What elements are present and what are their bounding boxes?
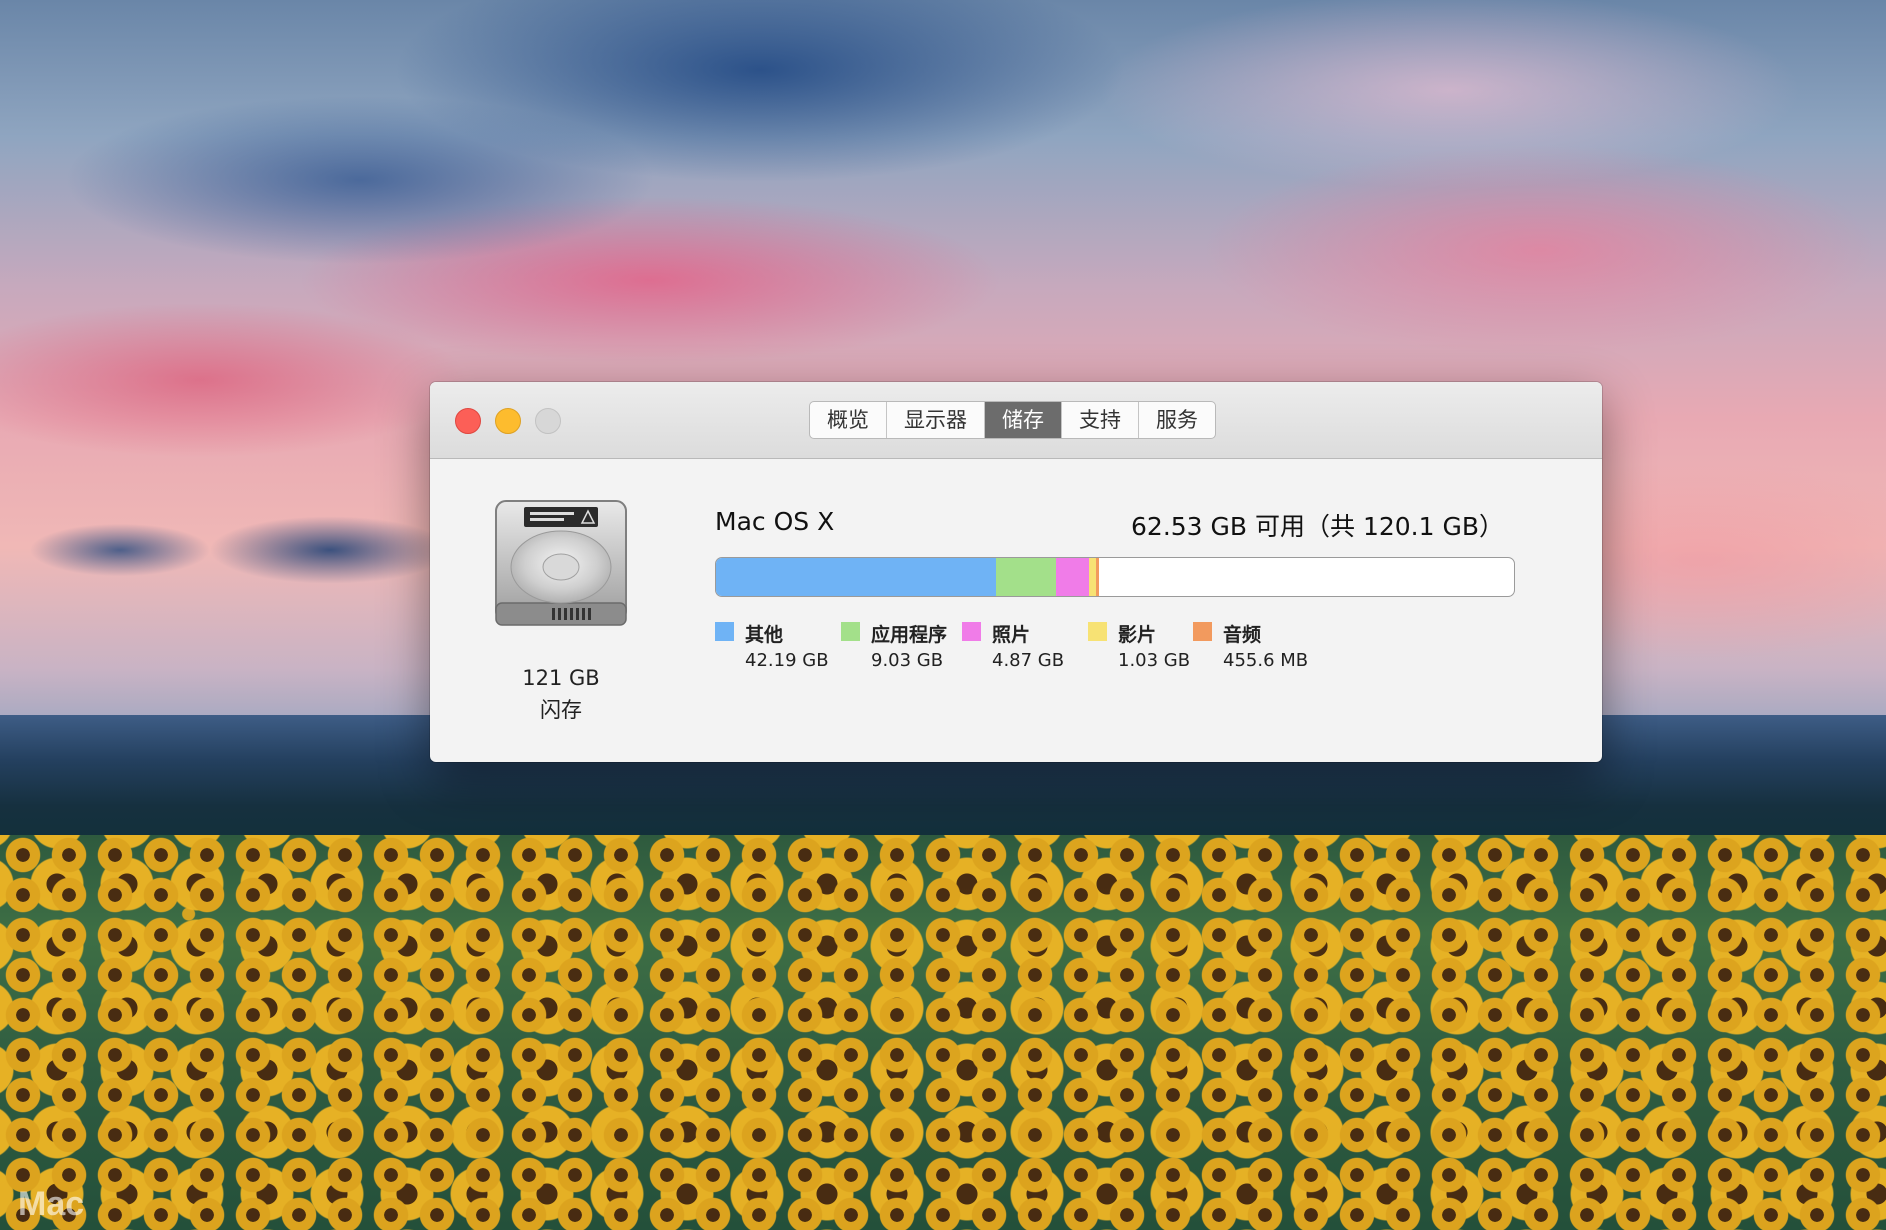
tab-service[interactable]: 服务: [1139, 402, 1215, 438]
wallpaper-sunflowers: [0, 835, 1886, 1230]
storage-segment-photos[interactable]: [1056, 558, 1089, 596]
storage-segment-apps[interactable]: [996, 558, 1057, 596]
legend-swatch: [962, 622, 981, 641]
storage-segment-audio[interactable]: [1095, 558, 1099, 596]
storage-usage-bar[interactable]: [715, 557, 1515, 597]
legend-label: 应用程序: [871, 624, 948, 646]
disk-size: 121 GB: [522, 666, 600, 690]
legend-swatch: [715, 622, 734, 641]
legend-value: 4.87 GB: [992, 650, 1065, 671]
tab-storage[interactable]: 储存: [985, 402, 1062, 438]
watermark: Mac: [18, 1185, 85, 1223]
legend-label: 其他: [745, 624, 784, 646]
window-titlebar[interactable]: 概览 显示器 储存 支持 服务: [430, 382, 1602, 459]
volume-name: Mac OS X: [715, 507, 835, 536]
legend-swatch: [1193, 622, 1212, 641]
legend-label: 影片: [1118, 624, 1157, 646]
minimize-button[interactable]: [495, 408, 521, 434]
legend-value: 1.03 GB: [1118, 650, 1191, 671]
zoom-button[interactable]: [535, 408, 561, 434]
storage-segment-movies[interactable]: [1088, 558, 1096, 596]
hard-drive-icon: [495, 500, 627, 626]
legend-value: 42.19 GB: [745, 650, 829, 671]
tab-overview[interactable]: 概览: [810, 402, 887, 438]
about-this-mac-window: 概览 显示器 储存 支持 服务 121 GB 闪存 Mac OS X 62.53…: [430, 382, 1602, 762]
volume-capacity: 62.53 GB 可用（共 120.1 GB）: [1131, 512, 1504, 541]
close-button[interactable]: [455, 408, 481, 434]
legend-swatch: [841, 622, 860, 641]
legend-label: 音频: [1223, 624, 1262, 646]
legend-label: 照片: [992, 624, 1031, 646]
disk-type: 闪存: [540, 698, 582, 722]
tab-displays[interactable]: 显示器: [887, 402, 985, 438]
storage-legend: 其他 42.19 GB 应用程序 9.03 GB 照片 4.87 GB 影片 1.03 GB 音…: [715, 620, 1335, 680]
tab-support[interactable]: 支持: [1062, 402, 1139, 438]
storage-segment-other[interactable]: [716, 558, 997, 596]
wallpaper-clouds: [0, 480, 480, 620]
legend-value: 455.6 MB: [1223, 650, 1309, 671]
legend-value: 9.03 GB: [871, 650, 944, 671]
tab-bar: 概览 显示器 储存 支持 服务: [809, 401, 1216, 439]
legend-swatch: [1088, 622, 1107, 641]
